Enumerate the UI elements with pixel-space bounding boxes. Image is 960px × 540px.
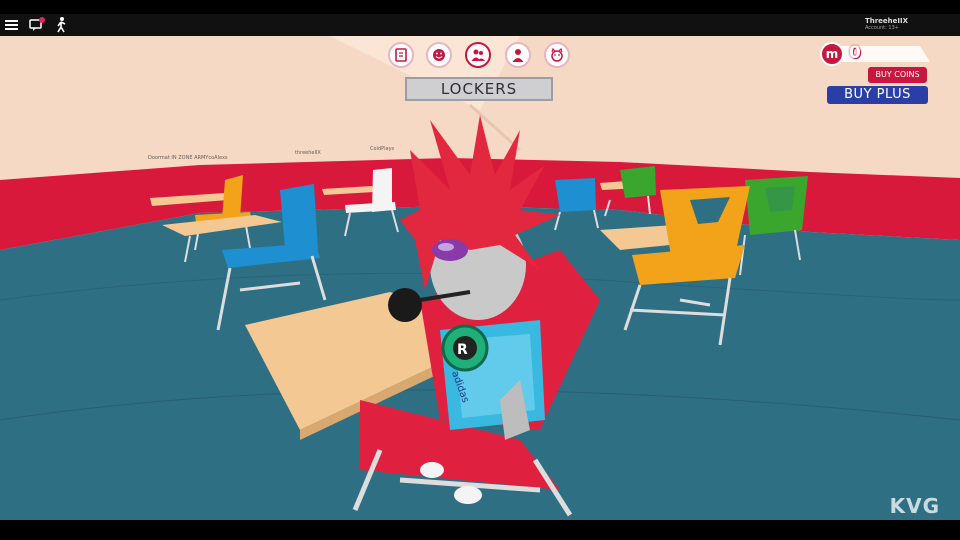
coin-panel: m 0 <box>820 42 930 66</box>
coin-icon: m <box>820 42 844 66</box>
svg-text:R: R <box>457 342 468 358</box>
hamburger-menu-icon[interactable] <box>3 16 23 34</box>
letterbox-bottom <box>0 520 960 540</box>
user-info[interactable]: ThreeheIIX Account: 13+ <box>865 17 908 31</box>
avatar-icon[interactable] <box>505 42 531 68</box>
watermark-logo: KVG <box>889 494 940 518</box>
player-nametag: threeheIIX <box>295 150 321 156</box>
friends-icon[interactable] <box>465 42 491 68</box>
username: ThreeheIIX <box>864 17 908 25</box>
coin-count: 0 <box>849 43 861 63</box>
scene-render: adidas R <box>0 36 960 520</box>
account-age: Account: 13+ <box>864 25 899 31</box>
roblox-top-bar: ThreeheIIX Account: 13+ <box>0 14 960 36</box>
emoji-icon[interactable] <box>426 42 452 68</box>
lockers-icon[interactable] <box>388 42 414 68</box>
emote-icon[interactable] <box>52 16 72 34</box>
buy-plus-button[interactable]: BUY PLUS <box>827 86 928 104</box>
buy-coins-button[interactable]: BUY COINS <box>868 67 927 83</box>
lockers-button[interactable]: LOCKERS <box>405 77 553 101</box>
chat-icon[interactable] <box>28 16 48 34</box>
player-nametag: Doormat IN ZONE ARMYcoAlexs <box>148 155 228 161</box>
player-nametag: ColdPlays <box>370 146 395 152</box>
classroom-scene[interactable]: adidas R Doormat IN ZONE ARMYcoAlexs thr… <box>0 36 960 520</box>
pets-icon[interactable] <box>544 42 570 68</box>
game-window: ThreeheIIX Account: 13+ adidas R Doormat… <box>0 0 960 540</box>
